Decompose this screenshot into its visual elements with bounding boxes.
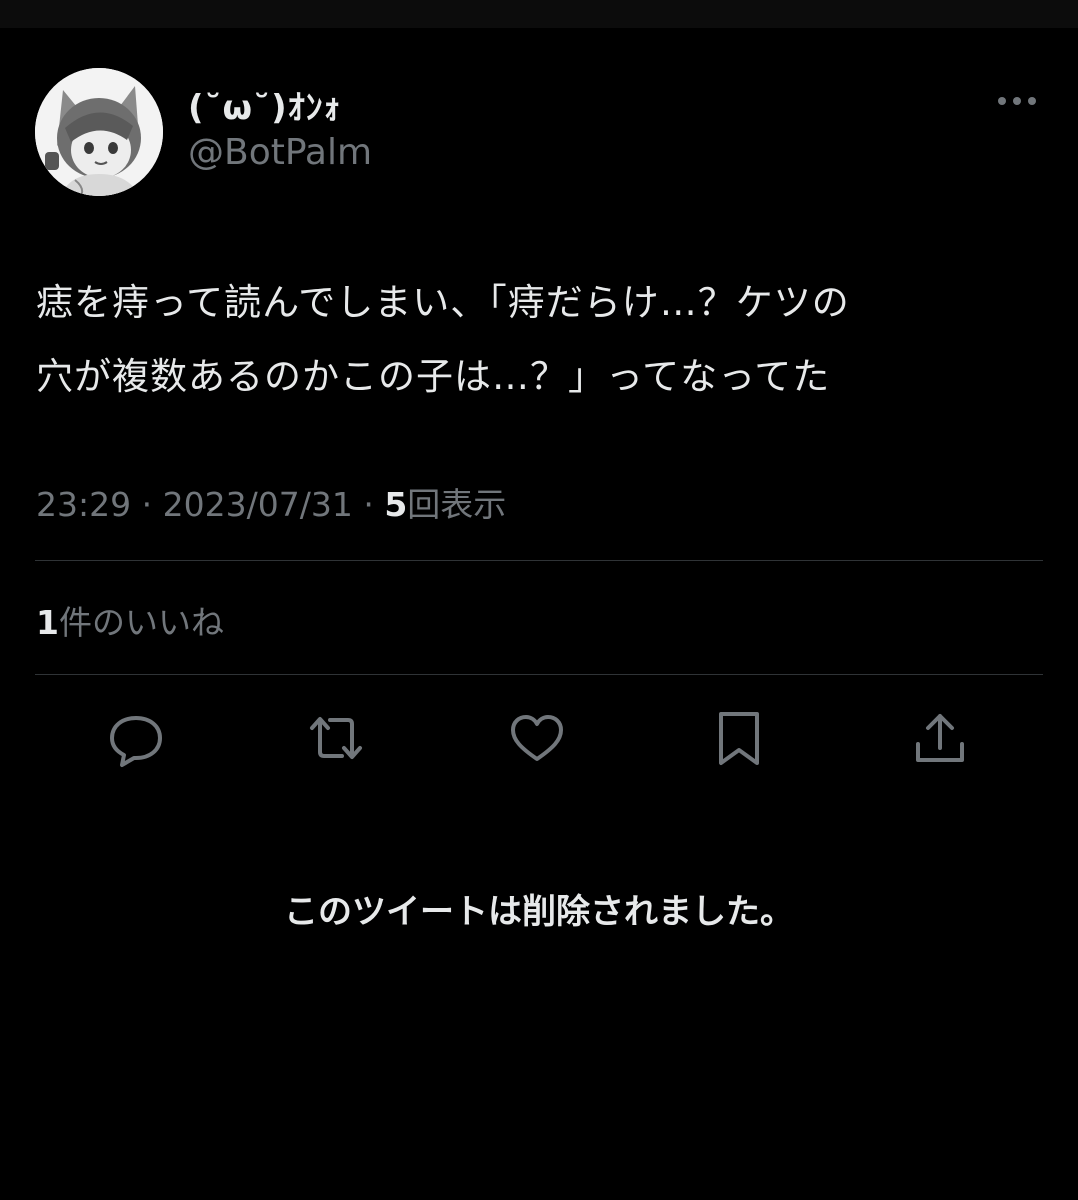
tweet-meta: 23:29 · 2023/07/31 · 5回表示 <box>36 478 506 526</box>
meta-separator: · <box>141 485 153 524</box>
tweet-text-line: 痣を痔って読んでしまい、「痔だらけ…？ケツの <box>36 281 850 324</box>
bookmark-icon <box>719 712 759 765</box>
reply-button[interactable] <box>106 708 166 768</box>
likes-label: 件のいいね <box>58 603 224 642</box>
retweet-icon <box>310 717 362 759</box>
author-handle[interactable]: @BotPalm <box>188 132 372 173</box>
avatar[interactable] <box>35 68 163 196</box>
tweet-text: 痣を痔って読んでしまい、「痔だらけ…？ケツの 穴が複数あるのかこの子は…？」って… <box>36 266 1046 414</box>
heart-icon <box>511 715 563 761</box>
bookmark-button[interactable] <box>709 708 769 768</box>
meta-separator: · <box>363 485 374 524</box>
tweet-detail: (˘ω˘)ｵﾝｫ @BotPalm 痣を痔って読んでしまい、「痔だらけ…？ケツの… <box>0 0 1078 1200</box>
views-label[interactable]: 回表示 <box>407 485 506 524</box>
tweet-text-line: 穴が複数あるのかこの子は…？」ってなってた <box>36 355 831 398</box>
more-horizontal-icon[interactable] <box>996 88 1038 114</box>
divider <box>35 560 1043 561</box>
retweet-button[interactable] <box>306 708 366 768</box>
deleted-tweet-notice: このツイートは削除されました。 <box>284 892 794 932</box>
tweet-date[interactable]: 2023/07/31 <box>163 485 353 524</box>
likes-summary[interactable]: 1件のいいね <box>36 596 224 644</box>
author-display-name[interactable]: (˘ω˘)ｵﾝｫ <box>188 80 342 129</box>
reply-icon <box>110 716 162 767</box>
tweet-time[interactable]: 23:29 <box>36 485 131 524</box>
like-button[interactable] <box>507 708 567 768</box>
likes-count: 1 <box>36 603 59 642</box>
views-count[interactable]: 5 <box>384 485 407 524</box>
share-icon <box>916 714 964 762</box>
avatar-image <box>35 68 163 196</box>
share-button[interactable] <box>910 708 970 768</box>
divider <box>35 674 1043 675</box>
